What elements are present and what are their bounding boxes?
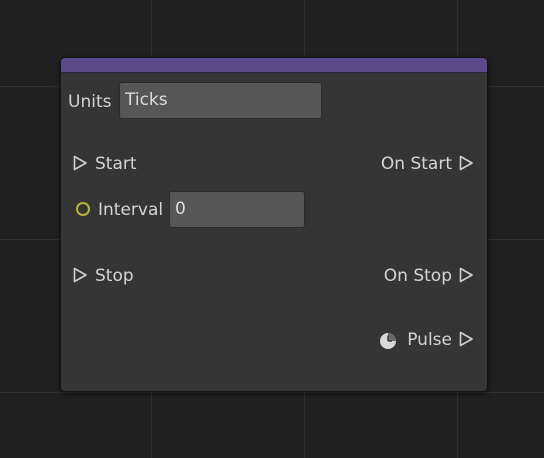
units-field[interactable]: Ticks <box>119 82 322 119</box>
clock-icon <box>379 332 397 350</box>
stop-input-port-icon[interactable] <box>72 267 88 283</box>
on-stop-output-label: On Stop <box>383 266 452 286</box>
pulse-output-label: Pulse <box>407 330 452 350</box>
stop-input-label: Stop <box>95 266 134 286</box>
start-input-label: Start <box>95 154 137 174</box>
on-start-output-label: On Start <box>380 154 452 174</box>
on-start-output-port-icon[interactable] <box>458 155 474 171</box>
interval-field[interactable]: 0 <box>169 191 305 228</box>
interval-input-port-icon[interactable] <box>75 201 91 217</box>
start-input-port-icon[interactable] <box>72 155 88 171</box>
node-header[interactable] <box>61 58 487 73</box>
interval-label: Interval <box>98 200 164 220</box>
timer-node[interactable]: Units Ticks Start On Start Interval 0 St… <box>60 57 488 392</box>
pulse-output-port-icon[interactable] <box>458 331 474 347</box>
units-label: Units <box>68 92 112 112</box>
on-stop-output-port-icon[interactable] <box>458 267 474 283</box>
graph-canvas[interactable]: Units Ticks Start On Start Interval 0 St… <box>0 0 544 458</box>
